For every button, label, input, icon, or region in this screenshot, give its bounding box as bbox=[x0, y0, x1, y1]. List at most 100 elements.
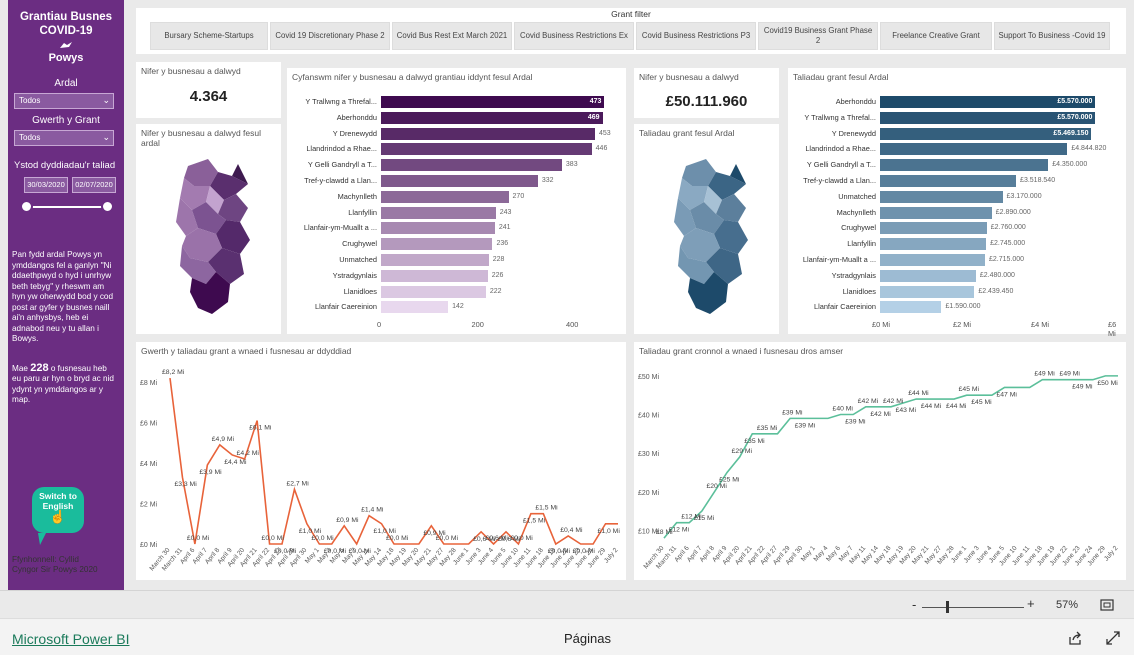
bar[interactable] bbox=[880, 190, 1003, 203]
bar[interactable] bbox=[880, 285, 975, 298]
data-label: £0,0 Mi bbox=[436, 535, 459, 542]
grant-filter-button[interactable]: Freelance Creative Grant bbox=[880, 22, 992, 50]
grant-filter-label: Gwerth y Grant bbox=[32, 115, 100, 126]
bar[interactable] bbox=[381, 190, 509, 203]
area-filter-value: Todos bbox=[19, 96, 41, 105]
bar[interactable] bbox=[381, 238, 493, 251]
grant-filter-button[interactable]: Bursary Scheme-Startups bbox=[150, 22, 268, 50]
share-icon[interactable] bbox=[1068, 631, 1082, 645]
bar[interactable] bbox=[880, 222, 987, 235]
data-label: £1,0 Mi bbox=[299, 528, 322, 535]
x-axis-tick: £2 Mi bbox=[953, 320, 972, 329]
bar[interactable] bbox=[381, 127, 595, 140]
data-label: £4,9 Mi bbox=[212, 436, 235, 443]
bar[interactable] bbox=[880, 269, 976, 282]
y-axis-tick: £30 Mi bbox=[638, 451, 659, 458]
bar-value-label: £4.844.820 bbox=[1071, 145, 1107, 153]
date-range-slider[interactable] bbox=[20, 200, 114, 214]
zoom-slider-handle[interactable] bbox=[946, 601, 949, 613]
grant-filter-button[interactable]: Support To Business -Covid 19 bbox=[994, 22, 1110, 50]
zoom-out-button[interactable]: - bbox=[912, 597, 916, 612]
zoom-in-button[interactable]: + bbox=[1027, 596, 1035, 611]
powerbi-bottom-bar: Microsoft Power BI Páginas bbox=[0, 618, 1134, 655]
powerbi-link[interactable]: Microsoft Power BI bbox=[12, 631, 129, 647]
bar-value-label: £5.570.000 bbox=[1057, 113, 1093, 121]
bar-category-label: Llandrindod a Rhae... bbox=[306, 144, 377, 154]
bar-count-card: Cyfanswm nifer y busnesau a dalwyd grant… bbox=[287, 68, 626, 334]
data-label: £49 Mi bbox=[1034, 371, 1055, 378]
bar[interactable] bbox=[880, 143, 1068, 156]
switch-label-line1: Switch to bbox=[39, 491, 77, 501]
bar[interactable] bbox=[880, 301, 942, 314]
kpi-count-title: Nifer y busnesau a dalwyd bbox=[141, 66, 241, 76]
x-axis-tick: £0 Mi bbox=[872, 320, 891, 329]
bar-value-label: 236 bbox=[496, 240, 509, 248]
date-end-input[interactable]: 02/07/2020 bbox=[72, 177, 116, 193]
grant-filter-button[interactable]: Covid19 Business Grant Phase 2 bbox=[758, 22, 878, 50]
grant-filter-button[interactable]: Covid 19 Discretionary Phase 2 bbox=[270, 22, 390, 50]
bar[interactable] bbox=[381, 143, 592, 156]
slider-start-handle[interactable] bbox=[20, 200, 33, 213]
bar[interactable] bbox=[381, 96, 605, 108]
bar-category-label: Crughywel bbox=[841, 223, 876, 233]
bar[interactable] bbox=[880, 206, 992, 219]
bar-category-label: Y Trallwng a Threfal... bbox=[804, 112, 876, 122]
switch-to-english-button[interactable]: Switch to English ☝ bbox=[32, 487, 84, 549]
area-filter-dropdown[interactable]: Todos ⌄ bbox=[14, 93, 114, 109]
zoom-slider[interactable] bbox=[922, 607, 1024, 608]
area-filter-label: Ardal bbox=[54, 78, 78, 89]
bar[interactable] bbox=[880, 175, 1017, 187]
grant-filter-button[interactable]: Covid Business Restrictions Ex bbox=[514, 22, 634, 50]
bar-category-label: Ystradgynlais bbox=[831, 270, 876, 280]
bar-value-label: £2.439.450 bbox=[978, 287, 1014, 295]
bar-value-label: 270 bbox=[512, 192, 525, 200]
bar[interactable] bbox=[880, 254, 985, 266]
data-label: £1,5 Mi bbox=[535, 505, 558, 512]
unmatched-note-prefix: Mae bbox=[12, 363, 31, 373]
data-label: £0,0 Mi bbox=[510, 535, 533, 542]
bar[interactable] bbox=[381, 301, 449, 314]
data-label: £44 Mi bbox=[908, 390, 929, 397]
y-axis-tick: £40 Mi bbox=[638, 413, 659, 420]
kpi-count-card: Nifer y busnesau a dalwyd 4.364 bbox=[136, 62, 281, 118]
data-label: £39 Mi bbox=[782, 409, 803, 416]
bar[interactable] bbox=[381, 285, 486, 298]
bar[interactable] bbox=[880, 159, 1049, 172]
bar-value-label: 226 bbox=[491, 271, 504, 279]
bar[interactable] bbox=[381, 159, 562, 172]
bar[interactable] bbox=[880, 238, 987, 251]
data-label: £39 Mi bbox=[845, 419, 866, 426]
unmatched-count: 228 bbox=[30, 361, 49, 374]
date-start-input[interactable]: 30/03/2020 bbox=[24, 177, 68, 193]
data-label: £4,2 Mi bbox=[237, 450, 260, 457]
grant-filter-button[interactable]: Covid Bus Rest Ext March 2021 bbox=[392, 22, 512, 50]
pages-button[interactable]: Páginas bbox=[564, 631, 611, 646]
data-label: £8,2 Mi bbox=[162, 369, 185, 376]
bar-value-label: £2.890.000 bbox=[995, 208, 1031, 216]
data-label: £42 Mi bbox=[858, 398, 879, 405]
bar-category-label: Llanfyllin bbox=[847, 239, 876, 249]
kpi-amount-title: Nifer y busnesau a dalwyd bbox=[639, 72, 739, 82]
bar-category-label: Y Gelli Gandryll a T... bbox=[307, 160, 377, 170]
bar[interactable] bbox=[381, 206, 496, 219]
slider-end-handle[interactable] bbox=[101, 200, 114, 213]
bar[interactable] bbox=[381, 254, 489, 266]
y-axis-tick: £4 Mi bbox=[140, 461, 158, 468]
x-axis-tick: July 2 bbox=[1103, 545, 1120, 563]
bar[interactable] bbox=[381, 269, 488, 282]
map-amount-card: Taliadau grant fesul Ardal bbox=[634, 124, 779, 334]
bar-value-label: £3.170.000 bbox=[1006, 192, 1042, 200]
powys-map-amount[interactable] bbox=[674, 159, 748, 314]
bar[interactable] bbox=[381, 175, 538, 187]
grant-filter-dropdown[interactable]: Todos ⌄ bbox=[14, 130, 114, 146]
fullscreen-icon[interactable] bbox=[1106, 631, 1120, 645]
bar-value-label: £2.480.000 bbox=[979, 271, 1015, 279]
bar-value-label: £2.745.000 bbox=[990, 240, 1026, 248]
powys-map-count[interactable] bbox=[176, 159, 250, 314]
line-cum-chart: £10 Mi£20 Mi£30 Mi£40 Mi£50 Mi£8 Mi£12 M… bbox=[638, 371, 1120, 571]
bar[interactable] bbox=[381, 222, 495, 235]
bar[interactable] bbox=[381, 111, 603, 124]
fit-page-icon[interactable] bbox=[1100, 599, 1114, 611]
grant-filter-button[interactable]: Covid Business Restrictions P3 bbox=[636, 22, 756, 50]
kpi-amount-card: Nifer y busnesau a dalwyd £50.111.960 bbox=[634, 68, 779, 118]
